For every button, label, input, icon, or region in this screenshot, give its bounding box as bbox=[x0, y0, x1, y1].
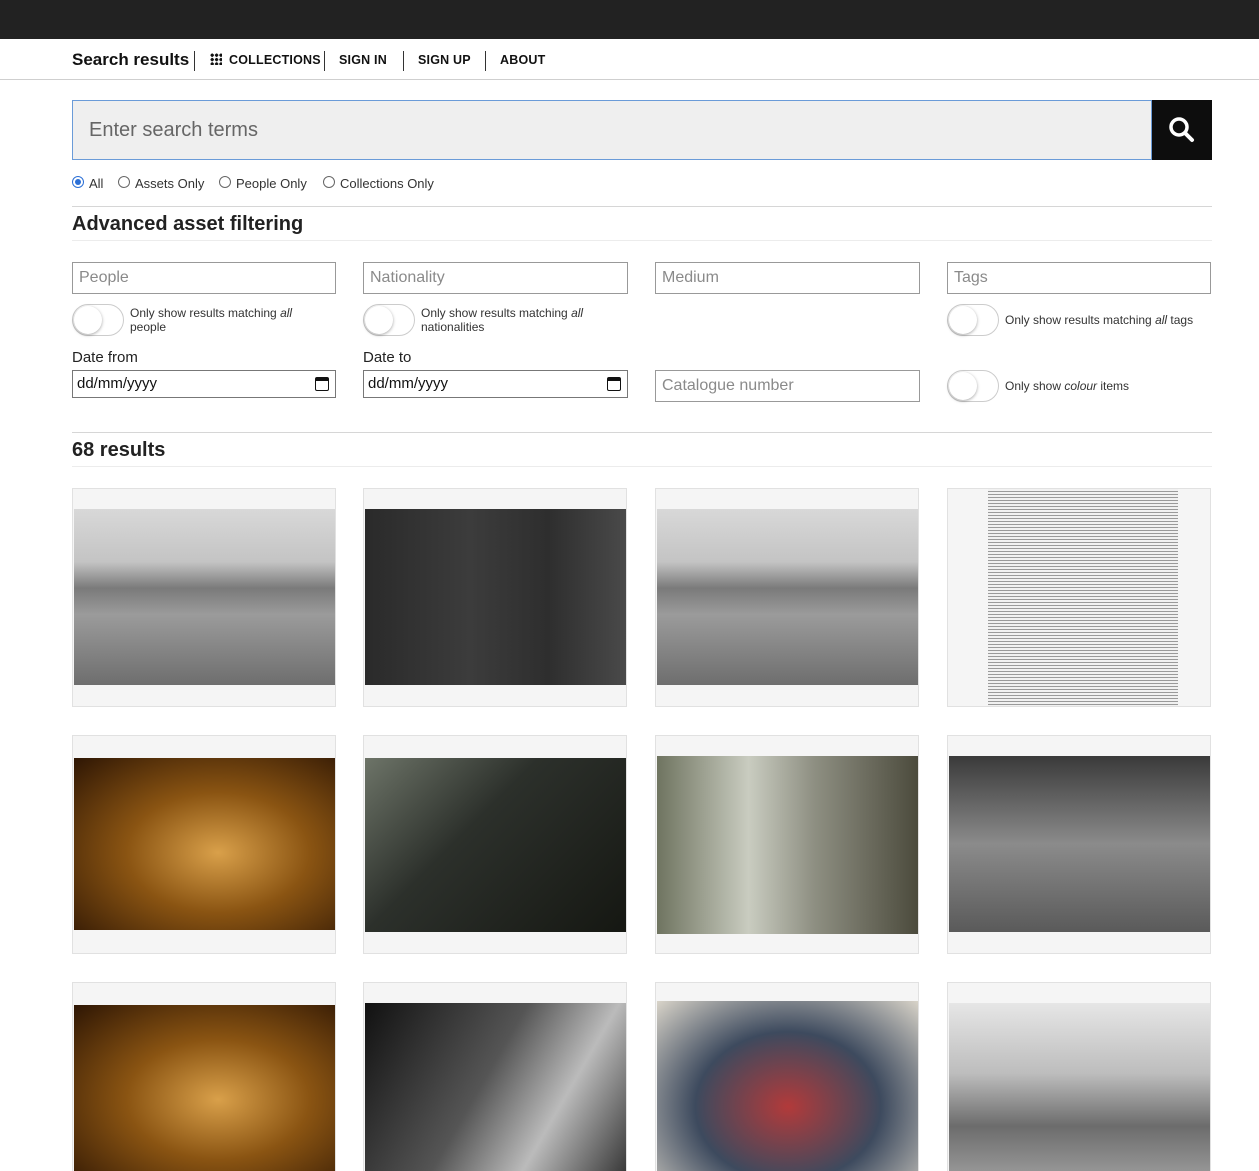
nav-sign-in-link[interactable]: SIGN IN bbox=[339, 53, 387, 67]
toggle-text-emphasis: all bbox=[571, 306, 584, 320]
result-thumbnail bbox=[657, 1001, 918, 1171]
result-card[interactable] bbox=[72, 735, 336, 954]
radio-collections-only[interactable]: Collections Only bbox=[323, 174, 434, 191]
match-all-nationalities-toggle[interactable] bbox=[363, 304, 415, 336]
search-bar bbox=[72, 100, 1212, 160]
result-card[interactable] bbox=[363, 735, 627, 954]
calendar-icon[interactable] bbox=[607, 377, 621, 391]
radio-all[interactable]: All bbox=[72, 174, 104, 191]
nav-about-link[interactable]: ABOUT bbox=[500, 53, 545, 67]
divider bbox=[72, 466, 1212, 467]
match-all-nationalities-label: Only show results matching all nationali… bbox=[421, 306, 621, 334]
result-card[interactable] bbox=[72, 982, 336, 1171]
result-thumbnail bbox=[365, 509, 626, 685]
date-from-label: Date from bbox=[72, 349, 138, 366]
nav-divider bbox=[324, 51, 325, 71]
nav-sign-up-link[interactable]: SIGN UP bbox=[418, 53, 471, 67]
result-card[interactable] bbox=[655, 982, 919, 1171]
radio-label: Collections Only bbox=[340, 176, 434, 191]
result-thumbnail bbox=[74, 509, 335, 685]
search-button[interactable] bbox=[1152, 100, 1212, 160]
divider bbox=[72, 432, 1212, 433]
match-all-tags-toggle[interactable] bbox=[947, 304, 999, 336]
result-thumbnail bbox=[74, 1005, 335, 1171]
result-thumbnail bbox=[988, 489, 1178, 706]
date-to-input[interactable]: dd/mm/yyyy bbox=[363, 370, 628, 398]
toggle-text: items bbox=[1097, 379, 1130, 393]
result-thumbnail bbox=[657, 509, 918, 685]
result-card[interactable] bbox=[947, 488, 1211, 707]
toggle-text-emphasis: all bbox=[280, 306, 293, 320]
radio-assets-only[interactable]: Assets Only bbox=[118, 174, 205, 191]
date-from-value: dd/mm/yyyy bbox=[77, 375, 158, 392]
result-thumbnail bbox=[949, 1003, 1210, 1171]
catalogue-number-input[interactable] bbox=[655, 370, 920, 402]
radio-people-only[interactable]: People Only bbox=[219, 174, 307, 191]
result-card[interactable] bbox=[72, 488, 336, 707]
browser-top-bar bbox=[0, 0, 1259, 39]
result-card[interactable] bbox=[363, 982, 627, 1171]
result-card[interactable] bbox=[655, 735, 919, 954]
nav-divider bbox=[194, 51, 195, 71]
result-card[interactable] bbox=[947, 735, 1211, 954]
toggle-text: Only show results matching bbox=[421, 306, 572, 320]
tags-filter-input[interactable] bbox=[947, 262, 1211, 294]
search-input[interactable] bbox=[72, 100, 1152, 160]
toggle-text-emphasis: colour bbox=[1064, 379, 1098, 393]
divider bbox=[72, 240, 1212, 241]
filters-heading: Advanced asset filtering bbox=[72, 213, 304, 235]
medium-filter-input[interactable] bbox=[655, 262, 920, 294]
toggle-text: tags bbox=[1167, 313, 1194, 327]
page-title: Search results bbox=[72, 50, 190, 69]
calendar-icon[interactable] bbox=[315, 377, 329, 391]
match-all-people-toggle[interactable] bbox=[72, 304, 124, 336]
result-card[interactable] bbox=[363, 488, 627, 707]
main-nav: Search results COLLECTIONS SIGN IN SIGN … bbox=[0, 39, 1259, 80]
toggle-text: Only show results matching bbox=[130, 306, 281, 320]
radio-circle[interactable] bbox=[72, 175, 84, 188]
nav-divider bbox=[485, 51, 486, 71]
match-all-people-label: Only show results matching all people bbox=[130, 306, 330, 334]
result-thumbnail bbox=[365, 758, 626, 932]
results-count: 68 results bbox=[72, 439, 166, 461]
result-thumbnail bbox=[657, 756, 918, 934]
nav-collections-link[interactable]: COLLECTIONS bbox=[229, 53, 321, 67]
result-card[interactable] bbox=[655, 488, 919, 707]
result-thumbnail bbox=[365, 1003, 626, 1171]
toggle-text: Only show results matching bbox=[1005, 313, 1156, 327]
radio-label: Assets Only bbox=[135, 176, 205, 191]
radio-label: People Only bbox=[236, 176, 307, 191]
toggle-text: Only show bbox=[1005, 379, 1065, 393]
colour-only-label: Only show colour items bbox=[1005, 379, 1205, 393]
result-thumbnail bbox=[949, 756, 1210, 932]
divider bbox=[72, 206, 1212, 207]
colour-only-toggle[interactable] bbox=[947, 370, 999, 402]
date-to-label: Date to bbox=[363, 349, 412, 366]
grid-icon[interactable] bbox=[210, 53, 222, 65]
radio-circle[interactable] bbox=[219, 175, 231, 188]
result-card[interactable] bbox=[947, 982, 1211, 1171]
radio-circle[interactable] bbox=[323, 175, 335, 188]
match-all-tags-label: Only show results matching all tags bbox=[1005, 313, 1215, 327]
search-icon bbox=[1169, 117, 1194, 142]
toggle-text-emphasis: all bbox=[1155, 313, 1168, 327]
date-from-input[interactable]: dd/mm/yyyy bbox=[72, 370, 336, 398]
result-thumbnail bbox=[74, 758, 335, 930]
toggle-text: nationalities bbox=[421, 320, 485, 334]
radio-label: All bbox=[89, 176, 104, 191]
toggle-text: people bbox=[130, 320, 167, 334]
nationality-filter-input[interactable] bbox=[363, 262, 628, 294]
nav-divider bbox=[403, 51, 404, 71]
radio-circle[interactable] bbox=[118, 175, 130, 188]
people-filter-input[interactable] bbox=[72, 262, 336, 294]
date-to-value: dd/mm/yyyy bbox=[368, 375, 449, 392]
